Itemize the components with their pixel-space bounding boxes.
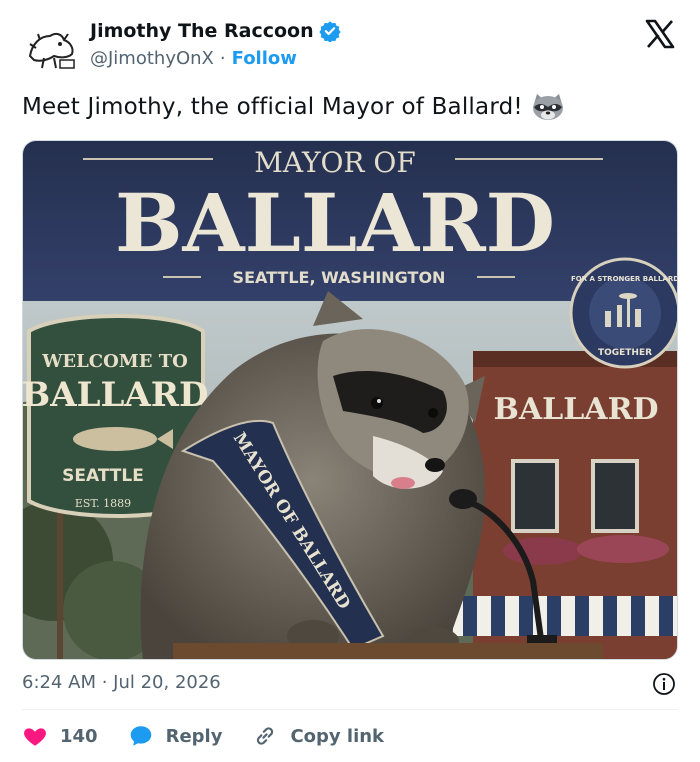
like-button[interactable]: 140 <box>22 723 98 749</box>
x-logo-icon[interactable] <box>644 18 676 50</box>
copy-link-label: Copy link <box>290 725 385 747</box>
follow-button[interactable]: Follow <box>232 48 297 69</box>
handle[interactable]: @JimothyOnX <box>90 48 214 69</box>
building-sign-text: BALLARD <box>493 392 658 427</box>
sign-welcome-text: WELCOME TO <box>41 351 188 372</box>
verified-badge-icon <box>319 21 341 42</box>
tweet-body: Meet Jimothy, the official Mayor of Ball… <box>22 94 523 120</box>
sign-main-text: BALLARD <box>23 375 209 415</box>
badge-top-text: FOR A STRONGER BALLARD <box>571 275 678 283</box>
divider <box>22 709 678 710</box>
sign-city-text: SEATTLE <box>62 466 144 486</box>
banner-top-text: MAYOR OF <box>254 146 416 179</box>
mayor-raccoon-image: BALLARD WELCOME TO BALLARD SEATTLE EST. … <box>23 141 678 659</box>
awning <box>453 596 677 636</box>
copy-link-button[interactable]: Copy link <box>252 723 384 749</box>
banner-main-text: BALLARD <box>115 176 555 270</box>
badge: FOR A STRONGER BALLARD TOGETHER <box>569 257 678 369</box>
link-icon <box>257 727 274 745</box>
sign-est-text: EST. 1889 <box>75 497 131 510</box>
raccoon-emoji-icon <box>532 94 563 120</box>
heart-icon <box>24 728 46 746</box>
reply-label: Reply <box>165 725 223 747</box>
tweet-header: Jimothy The Raccoon @JimothyOnX · Follow <box>0 0 700 90</box>
reply-button[interactable]: Reply <box>128 723 223 749</box>
likes-count: 140 <box>60 725 98 747</box>
banner-sub-text: SEATTLE, WASHINGTON <box>233 268 446 287</box>
podium <box>173 643 603 659</box>
reply-bubble-icon <box>130 726 151 746</box>
action-bar: 140 Reply Copy link <box>22 720 414 752</box>
display-name[interactable]: Jimothy The Raccoon <box>90 20 314 42</box>
tweet-text: Meet Jimothy, the official Mayor of Ball… <box>22 92 565 122</box>
separator: · <box>219 48 226 69</box>
avatar[interactable] <box>24 22 80 74</box>
info-icon[interactable] <box>652 672 676 696</box>
badge-bottom-text: TOGETHER <box>598 348 652 358</box>
tweet-image[interactable]: BALLARD WELCOME TO BALLARD SEATTLE EST. … <box>22 140 678 660</box>
timestamp[interactable]: 6:24 AM · Jul 20, 2026 <box>22 672 221 693</box>
